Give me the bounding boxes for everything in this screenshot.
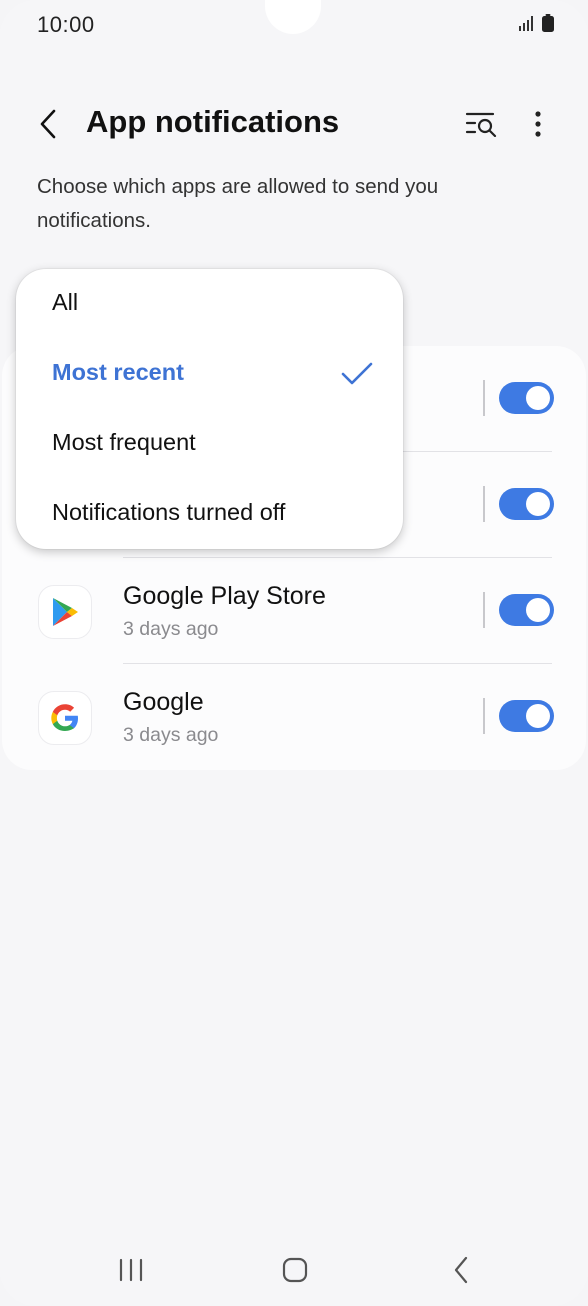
chevron-left-icon [40,109,56,139]
camera-notch [265,0,321,34]
menu-item-label: Most frequent [52,429,196,455]
more-vertical-icon [535,111,541,137]
check-icon [341,362,373,385]
notification-toggle[interactable] [499,594,554,626]
status-icons [518,14,554,32]
row-separator [483,486,485,522]
notification-toggle[interactable] [499,382,554,414]
toggle-knob [526,386,550,410]
menu-item-all[interactable]: All [16,269,403,339]
back-button[interactable] [26,102,70,146]
page-title: App notifications [86,104,340,139]
row-separator [483,592,485,628]
notification-toggle[interactable] [499,700,554,732]
back-nav-button[interactable] [436,1252,486,1288]
recents-button[interactable] [106,1252,156,1288]
menu-item-most-frequent[interactable]: Most frequent [16,409,403,479]
menu-item-notifications-turned-off[interactable]: Notifications turned off [16,479,403,549]
toggle-knob [526,492,550,516]
google-icon [38,691,92,745]
menu-item-most-recent[interactable]: Most recent [16,339,403,409]
home-button[interactable] [270,1252,320,1288]
row-separator [483,698,485,734]
sort-dropdown-menu: All Most recent Most frequent Notificati… [16,269,403,549]
toggle-knob [526,704,550,728]
app-name: Google Play Store [123,582,326,610]
filter-search-icon [465,112,497,137]
app-last-notified: 3 days ago [123,618,219,640]
app-row-google-play-store[interactable]: Google Play Store 3 days ago [2,558,586,664]
app-last-notified: 3 days ago [123,724,219,746]
more-options-button[interactable] [516,104,560,144]
google-play-icon [38,585,92,639]
screen: 10:00 App notifications Choose which app… [0,0,588,1306]
recents-icon [119,1258,143,1282]
menu-item-label: Notifications turned off [52,499,286,525]
filter-search-button[interactable] [460,104,504,144]
menu-item-label: Most recent [52,359,184,385]
toggle-knob [526,598,550,622]
signal-icon [519,16,533,31]
page-description: Choose which apps are allowed to send yo… [37,175,439,232]
app-name: Google [123,688,204,716]
back-icon [454,1256,468,1284]
header: App notifications [0,90,588,156]
status-time: 10:00 [37,12,95,37]
row-separator [483,380,485,416]
app-row-google[interactable]: Google 3 days ago [2,664,586,770]
home-icon [282,1257,308,1283]
status-bar: 10:00 [0,0,588,52]
battery-icon [542,14,554,32]
menu-item-label: All [52,289,79,315]
navigation-bar [0,1240,588,1300]
notification-toggle[interactable] [499,488,554,520]
